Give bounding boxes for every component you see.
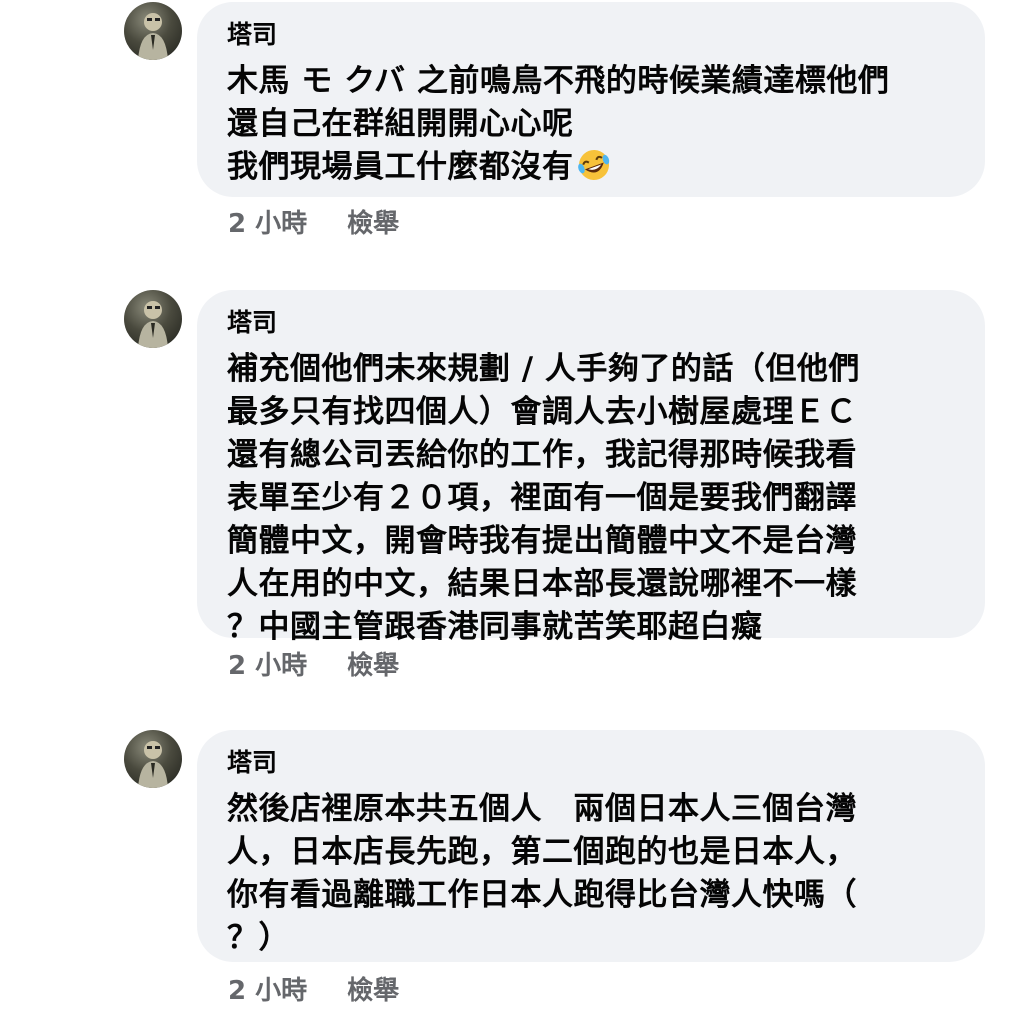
comment-line: 你有看過離職工作日本人跑得比台灣人快嗎（ (227, 877, 857, 913)
comment-line: 補充個他們未來規劃 / 人手夠了的話（但他們 (227, 351, 860, 387)
timestamp-link[interactable]: 2 小時 (228, 651, 307, 681)
avatar[interactable] (124, 290, 182, 348)
report-link[interactable]: 檢舉 (347, 651, 399, 681)
comment-line: 表單至少有２０項，裡面有一個是要我們翻譯 (227, 480, 857, 516)
comment-text: 木馬 モ クバ 之前鳴鳥不飛的時候業績達標他們 還自己在群組開開心心呢 我們現場… (227, 60, 955, 189)
timestamp-link[interactable]: 2 小時 (228, 209, 307, 239)
author-name[interactable]: 塔司 (227, 746, 955, 780)
comment-line: ？） (227, 920, 290, 956)
avatar[interactable] (124, 730, 182, 788)
comment-meta: 2 小時 檢舉 (228, 974, 399, 1008)
comment-line: 然後店裡原本共五個人 兩個日本人三個台灣 (227, 791, 857, 827)
author-name[interactable]: 塔司 (227, 18, 955, 52)
comment-meta: 2 小時 檢舉 (228, 207, 399, 241)
avatar-photo-icon (138, 13, 168, 60)
comment-line: ？中國主管跟香港同事就苦笑耶超白癡 (227, 609, 763, 645)
rofl-emoji-icon (576, 147, 612, 183)
comment-line: 最多只有找四個人）會調人去小樹屋處理ＥＣ (227, 394, 857, 430)
comment-line: 簡體中文，開會時我有提出簡體中文不是台灣 (227, 523, 857, 559)
comment-bubble: 塔司 補充個他們未來規劃 / 人手夠了的話（但他們 最多只有找四個人）會調人去小… (197, 290, 985, 645)
comment-text: 然後店裡原本共五個人 兩個日本人三個台灣 人，日本店長先跑，第二個跑的也是日本人… (227, 788, 955, 960)
report-link[interactable]: 檢舉 (347, 976, 399, 1006)
comment-line: 我們現場員工什麼都沒有 (227, 149, 574, 185)
comment-text: 補充個他們未來規劃 / 人手夠了的話（但他們 最多只有找四個人）會調人去小樹屋處… (227, 348, 955, 649)
comment-line: 木馬 モ クバ 之前鳴鳥不飛的時候業績達標他們 (227, 63, 890, 99)
avatar-photo-icon (138, 301, 168, 348)
comment-line: 人，日本店長先跑，第二個跑的也是日本人， (227, 834, 857, 870)
comment-line: 人在用的中文，結果日本部長還說哪裡不一樣 (227, 566, 857, 602)
comment-line: 還有總公司丟給你的工作，我記得那時候我看 (227, 437, 857, 473)
comment-line: 還自己在群組開開心心呢 (227, 106, 574, 142)
comment-bubble: 塔司 木馬 モ クバ 之前鳴鳥不飛的時候業績達標他們 還自己在群組開開心心呢 我… (197, 2, 985, 197)
comment-bubble: 塔司 然後店裡原本共五個人 兩個日本人三個台灣 人，日本店長先跑，第二個跑的也是… (197, 730, 985, 962)
report-link[interactable]: 檢舉 (347, 209, 399, 239)
avatar[interactable] (124, 2, 182, 60)
avatar-photo-icon (138, 741, 168, 788)
timestamp-link[interactable]: 2 小時 (228, 976, 307, 1006)
comment-meta: 2 小時 檢舉 (228, 649, 399, 683)
comment-line-wrapper: 我們現場員工什麼都沒有 (227, 146, 955, 189)
author-name[interactable]: 塔司 (227, 306, 955, 340)
